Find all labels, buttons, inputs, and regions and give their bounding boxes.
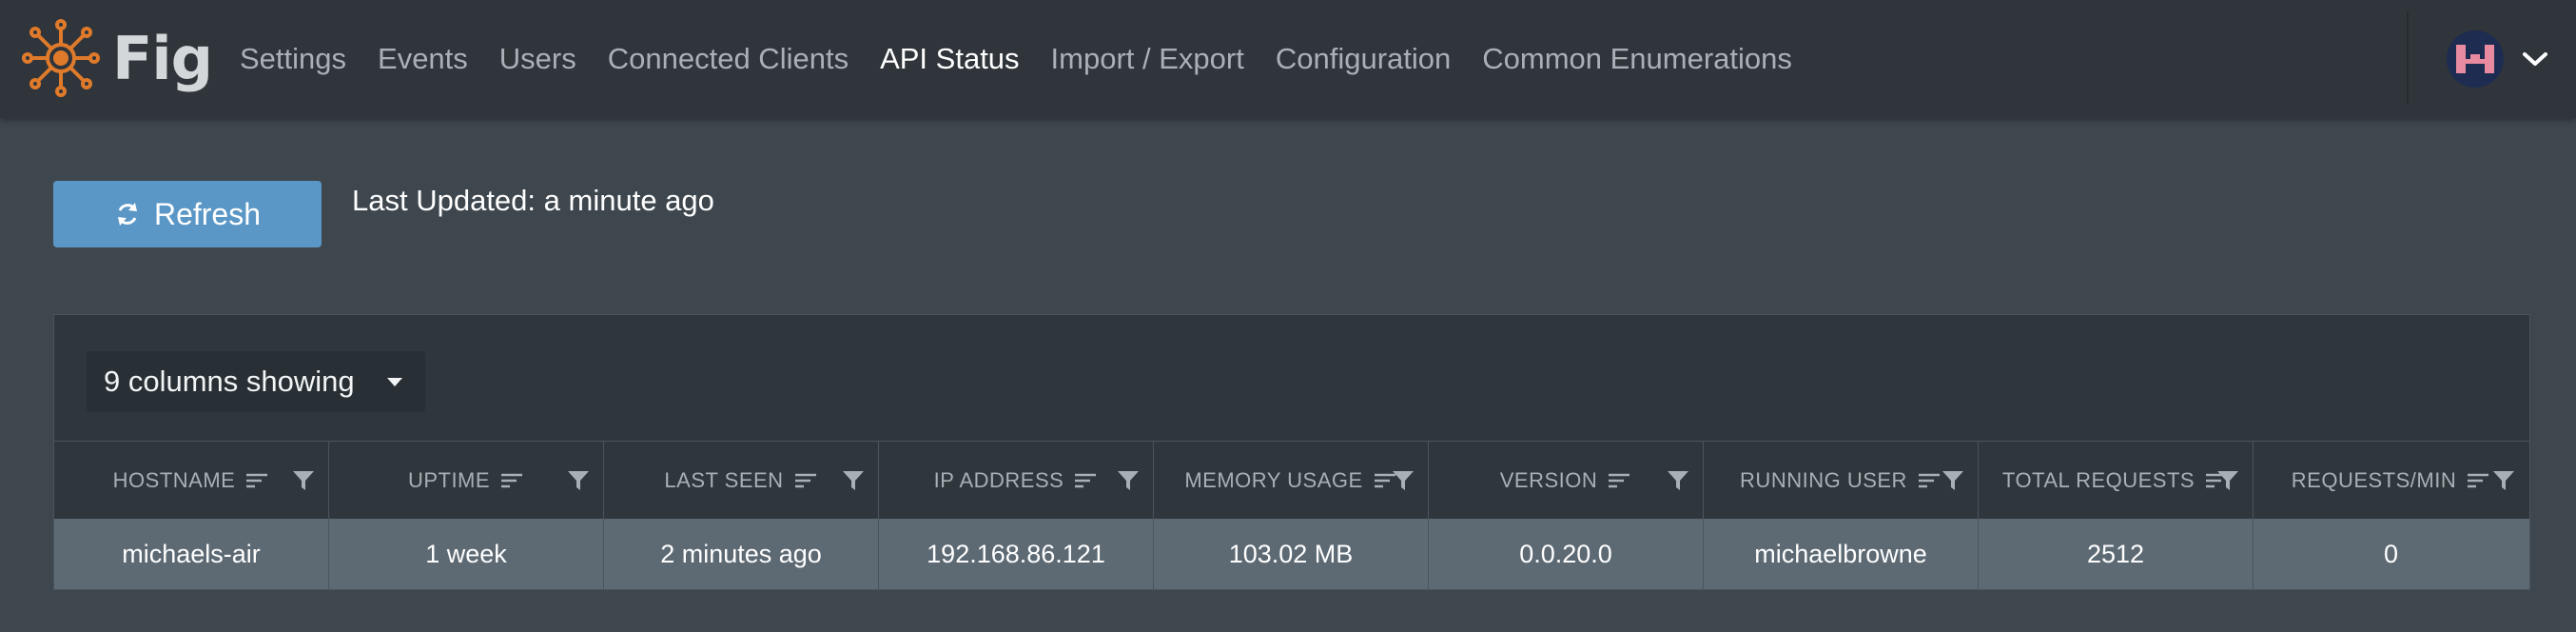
nav-item-import-export[interactable]: Import / Export [1051, 42, 1244, 76]
filter-icon[interactable] [842, 470, 865, 491]
column-header-total-requests[interactable]: TOTAL REQUESTS [1979, 442, 2254, 520]
refresh-icon [117, 203, 137, 226]
last-updated: Last Updated: a minute ago [352, 184, 714, 218]
user-menu[interactable] [2447, 29, 2549, 89]
nav-item-events[interactable]: Events [378, 42, 468, 76]
column-header-label: TOTAL REQUESTS [2001, 468, 2195, 492]
column-header-label: REQUESTS/MIN [2291, 468, 2457, 492]
sort-icon[interactable] [2466, 471, 2490, 490]
cell-running-user: michaelbrowne [1704, 519, 1979, 589]
column-header-label: MEMORY USAGE [1184, 468, 1363, 492]
cell-uptime: 1 week [329, 519, 604, 589]
sort-icon[interactable] [793, 471, 818, 490]
nav-item-api-status[interactable]: API Status [880, 42, 1019, 76]
table-header: HOSTNAME UPTIME LAST SEEN IP ADDRESS MEM… [54, 441, 2529, 520]
column-header-label: IP ADDRESS [933, 468, 1064, 492]
filter-icon[interactable] [567, 470, 590, 491]
last-updated-value: a minute ago [543, 184, 714, 217]
filter-icon[interactable] [1942, 470, 1964, 491]
column-header-memory-usage[interactable]: MEMORY USAGE [1154, 442, 1429, 520]
nav-item-users[interactable]: Users [499, 42, 576, 76]
sort-icon[interactable] [499, 471, 524, 490]
cell-total-requests: 2512 [1979, 519, 2254, 589]
caret-down-icon [387, 378, 402, 386]
columns-toggle-label: 9 columns showing [104, 365, 355, 398]
app-name: Fig [112, 23, 213, 93]
filter-icon[interactable] [1392, 470, 1415, 491]
cell-version: 0.0.20.0 [1429, 519, 1704, 589]
nav-item-settings[interactable]: Settings [240, 42, 346, 76]
column-header-label: UPTIME [407, 468, 491, 492]
sort-icon[interactable] [1073, 471, 1098, 490]
filter-icon[interactable] [2492, 470, 2515, 491]
refresh-label: Refresh [153, 196, 262, 231]
column-header-label: VERSION [1499, 468, 1598, 492]
sort-icon[interactable] [1607, 471, 1631, 490]
brand[interactable]: Fig [21, 17, 213, 99]
api-status-table: 9 columns showing HOSTNAME UPTIME LAST S… [53, 314, 2530, 590]
nav-item-connected-clients[interactable]: Connected Clients [608, 42, 849, 76]
column-header-label: HOSTNAME [112, 468, 236, 492]
nav-divider [2407, 11, 2409, 105]
nav-item-common-enumerations[interactable]: Common Enumerations [1482, 42, 1792, 76]
sort-icon[interactable] [244, 471, 269, 490]
filter-icon[interactable] [292, 470, 315, 491]
nav-item-configuration[interactable]: Configuration [1276, 42, 1451, 76]
column-header-requests-per-min[interactable]: REQUESTS/MIN [2254, 442, 2528, 520]
cell-ip-address: 192.168.86.121 [879, 519, 1154, 589]
last-updated-label: Last Updated: [352, 184, 537, 217]
cell-requests-per-min: 0 [2383, 539, 2399, 568]
chevron-down-icon [2523, 52, 2547, 66]
fig-logo-icon [22, 19, 100, 97]
column-header-running-user[interactable]: RUNNING USER [1704, 442, 1979, 520]
cell-hostname: michaels-air [54, 519, 329, 589]
main-nav: Settings Events Users Connected Clients … [240, 0, 1824, 118]
filter-icon[interactable] [1667, 470, 1689, 491]
cell-last-seen: 2 minutes ago [604, 519, 879, 589]
avatar-icon [2447, 30, 2504, 88]
column-header-last-seen[interactable]: LAST SEEN [604, 442, 879, 520]
refresh-button[interactable]: Refresh [53, 181, 322, 247]
filter-icon[interactable] [1117, 470, 1140, 491]
filter-icon[interactable] [2216, 470, 2239, 491]
column-header-uptime[interactable]: UPTIME [329, 442, 604, 520]
column-header-label: RUNNING USER [1740, 468, 1907, 492]
top-navbar: Fig Settings Events Users Connected Clie… [0, 0, 2576, 118]
columns-toggle-dropdown[interactable]: 9 columns showing [87, 351, 425, 412]
column-header-label: LAST SEEN [664, 468, 784, 492]
column-header-ip-address[interactable]: IP ADDRESS [879, 442, 1154, 520]
column-header-hostname[interactable]: HOSTNAME [54, 442, 329, 520]
cell-memory-usage: 103.02 MB [1154, 519, 1429, 589]
sort-icon[interactable] [1917, 471, 1942, 490]
column-header-version[interactable]: VERSION [1429, 442, 1704, 520]
table-row[interactable]: michaels-air 1 week 2 minutes ago 192.16… [54, 519, 2529, 589]
